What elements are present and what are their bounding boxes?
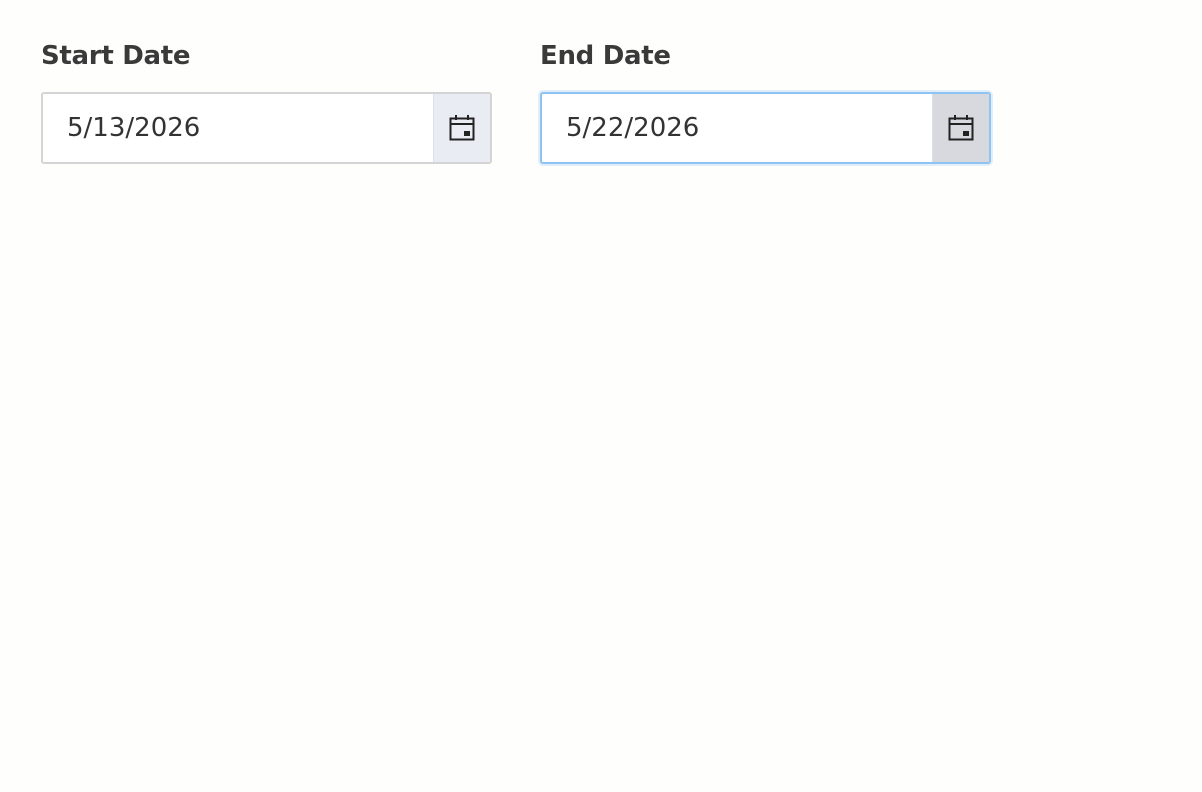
- start-date-field: Start Date: [41, 38, 492, 164]
- start-date-picker-button[interactable]: [433, 94, 490, 162]
- end-date-input[interactable]: [542, 94, 932, 162]
- end-date-label: End Date: [540, 41, 671, 71]
- start-date-label: Start Date: [41, 41, 191, 71]
- start-date-input[interactable]: [43, 94, 433, 162]
- calendar-icon: [449, 114, 475, 142]
- end-date-input-group: [540, 92, 991, 164]
- calendar-icon: [948, 114, 974, 142]
- end-date-picker-button[interactable]: [932, 94, 989, 162]
- end-date-field: End Date: [540, 38, 991, 164]
- start-date-input-group: [41, 92, 492, 164]
